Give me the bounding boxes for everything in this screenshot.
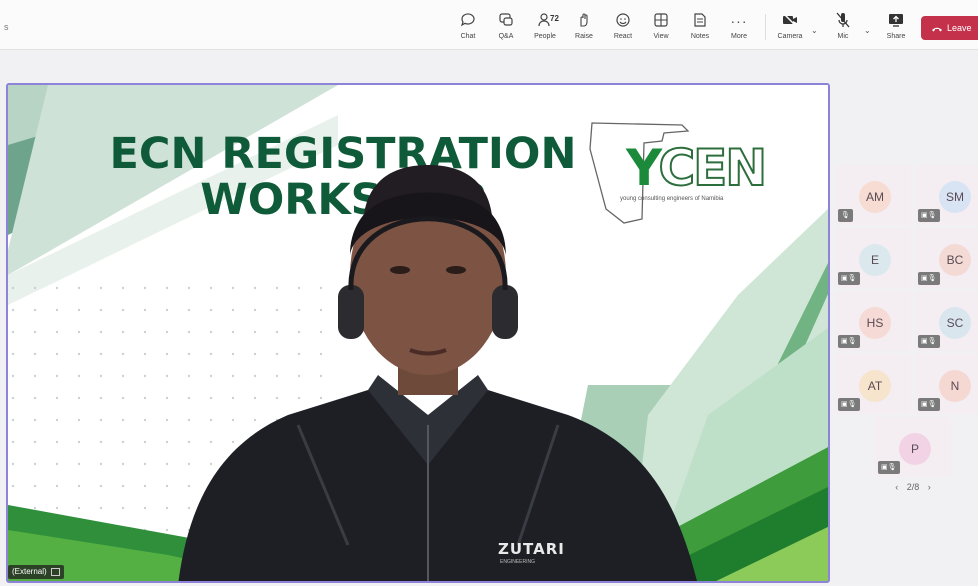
speaker-name-tag: (External) [8,565,64,579]
avatar: AM [859,181,891,213]
participant-tile[interactable]: N ▣🎙 [915,354,978,414]
participant-tile[interactable]: P ▣🎙 [875,417,951,477]
participant-tile[interactable]: HS ▣🎙 [835,291,911,351]
qa-button[interactable]: Q&A [486,12,526,46]
jacket-logo-subtext: ENGINEERING [500,559,536,565]
teams-meeting-window: s Chat Q&A 72 People Raise React View No… [0,0,978,586]
people-count: 72 [550,14,559,23]
toolbar-divider [765,14,766,40]
people-button[interactable]: 72 People [525,12,565,46]
mic-icon [823,12,863,30]
next-page-icon[interactable]: › [925,482,934,492]
camera-options-chevron-icon[interactable]: ⌄ [811,26,818,35]
camera-button[interactable]: Camera [770,12,810,46]
mic-muted-icon: ▣🎙 [918,272,940,285]
leave-button[interactable]: Leave [921,16,978,40]
more-icon: ··· [730,13,748,29]
main-video-stage: ECN REGISTRATION WORKSHOP YCEN young con… [6,83,830,583]
page-indicator: 2/8 [906,482,920,492]
jacket-logo-text: ZUTARI [498,540,565,558]
previous-page-icon[interactable]: ‹ [892,482,901,492]
qa-icon [486,12,526,30]
screen-share-indicator-icon [50,567,60,576]
mic-muted-icon: ▣🎙 [838,272,860,285]
react-button[interactable]: React [603,12,643,46]
participant-tile[interactable]: AT ▣🎙 [835,354,911,414]
raise-hand-icon [564,12,604,30]
avatar: SM [939,181,971,213]
chat-button[interactable]: Chat [448,12,488,46]
mic-button[interactable]: Mic [823,12,863,46]
avatar: P [899,433,931,465]
participant-tile[interactable]: SM ▣🎙 [915,165,978,225]
avatar: BC [939,244,971,276]
people-icon [525,12,565,30]
gallery-pager: ‹ 2/8 › [888,482,938,492]
speaker-video [178,165,697,581]
chat-icon [448,12,488,30]
avatar: N [939,370,971,402]
participant-gallery: AM 🎙 SM ▣🎙 E ▣🎙 BC ▣🎙 HS ▣🎙 SC ▣🎙 AT ▣🎙 [833,165,978,485]
notes-button[interactable]: Notes [680,12,720,46]
avatar: HS [859,307,891,339]
mic-muted-icon: 🎙 [838,209,853,222]
notes-icon [680,12,720,30]
participant-tile[interactable]: E ▣🎙 [835,228,911,288]
participant-tile[interactable]: BC ▣🎙 [915,228,978,288]
view-icon [641,12,681,30]
view-button[interactable]: View [641,12,681,46]
more-button[interactable]: ··· More [719,12,759,46]
meeting-title-fragment: s [4,22,9,32]
mic-muted-icon: ▣🎙 [838,335,860,348]
avatar: E [859,244,891,276]
share-icon [876,12,916,30]
mic-muted-icon: ▣🎙 [918,209,940,222]
participant-tile[interactable]: AM 🎙 [835,165,911,225]
mic-options-chevron-icon[interactable]: ⌄ [864,26,871,35]
react-icon [603,12,643,30]
mic-muted-icon: ▣🎙 [878,461,900,474]
phone-hangup-icon [932,27,942,32]
mic-muted-icon: ▣🎙 [838,398,860,411]
leave-label: Leave [947,23,972,33]
avatar: AT [859,370,891,402]
raise-hand-button[interactable]: Raise [564,12,604,46]
mic-muted-icon: ▣🎙 [918,335,940,348]
meeting-toolbar: s Chat Q&A 72 People Raise React View No… [0,0,978,50]
share-button[interactable]: Share [876,12,916,46]
camera-icon [770,12,810,30]
avatar: SC [939,307,971,339]
participant-tile[interactable]: SC ▣🎙 [915,291,978,351]
mic-muted-icon: ▣🎙 [918,398,940,411]
